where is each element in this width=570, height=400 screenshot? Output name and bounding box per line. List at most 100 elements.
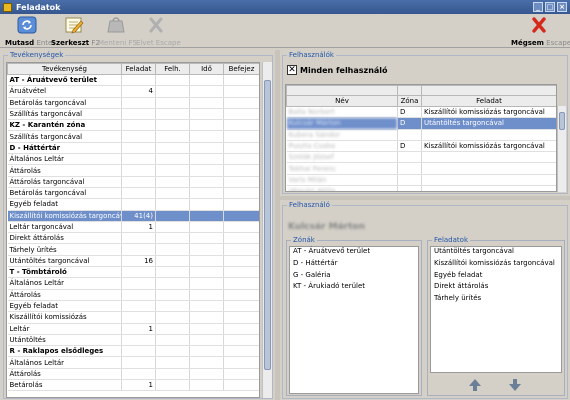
user-row[interactable]: Kulcsár Márton D Utántöltés targoncával (286, 117, 556, 130)
task-row[interactable]: Direkt áttárolás (7, 232, 259, 245)
task-name-cell: R - Raklapos elsődleges (7, 345, 122, 358)
task-row[interactable]: Szállítás targoncával (7, 108, 259, 121)
user-row[interactable]: Varis Milán (286, 174, 556, 187)
users-scrollbar[interactable] (557, 106, 566, 192)
tasks-scroll-thumb[interactable] (264, 80, 271, 370)
task-group-row[interactable]: T - Tömbtároló (7, 266, 259, 279)
close-icon[interactable]: × (557, 2, 567, 12)
task-name-cell: Áruátvétel (7, 85, 122, 98)
elvet-button[interactable]: Elvet Escape (136, 16, 181, 48)
all-users-checkbox-row[interactable]: ✕ Minden felhasználó (287, 64, 388, 76)
user-row[interactable]: Tokhai Ferenc (286, 162, 556, 175)
users-panel: Felhasználók ✕ Minden felhasználó Név Zó… (282, 51, 568, 194)
users-scroll-thumb[interactable] (559, 112, 565, 130)
all-users-checkbox[interactable]: ✕ (287, 65, 297, 75)
user-zone-cell: D (397, 140, 422, 153)
zone-list-item[interactable]: D - Háttértár (290, 259, 418, 271)
user-tasks-list[interactable]: Utántöltés targoncával Kiszállítói komiss… (430, 246, 562, 373)
arrow-down-icon[interactable] (508, 378, 522, 392)
task-row[interactable]: Áruátvétel 4 (7, 85, 259, 98)
task-name-cell: Kiszállítói komissiózás (7, 311, 122, 324)
task-group-row[interactable]: R - Raklapos elsődleges (7, 345, 259, 358)
user-task-list-item[interactable]: Kiszállítói komissiózás targoncával (431, 259, 561, 271)
szerkeszt-button[interactable]: Szerkeszt F2 (51, 16, 100, 48)
task-row[interactable]: Áttárolás (7, 164, 259, 177)
menteni-button[interactable]: Menteni F5 (98, 16, 137, 48)
task-row[interactable]: Szállítás targoncával (7, 130, 259, 143)
task-row[interactable]: Utántöltés (7, 334, 259, 347)
col-header-tevekenyseg[interactable]: Tevékenység (7, 63, 122, 75)
user-row[interactable]: Puszta Csaba D Kiszállítói komissiózás tar… (286, 140, 556, 153)
zone-list-item[interactable]: G - Galéria (290, 271, 418, 283)
zone-list-item[interactable]: AT - Áruátvevő terület (290, 247, 418, 259)
task-befejez-cell (223, 277, 259, 290)
user-tasks-panel: Feladatok Utántöltés targoncával Kiszállí… (427, 236, 565, 396)
task-row[interactable]: Betárolás targoncával (7, 187, 259, 200)
user-task-list-item[interactable]: Utántöltés targoncával (431, 247, 561, 259)
user-task-cell (421, 129, 556, 141)
arrow-up-icon[interactable] (468, 378, 482, 392)
task-ido-cell (189, 379, 224, 392)
user-row[interactable]: Balla Norbert D Kiszállítói komissiózás ta… (286, 106, 556, 119)
task-row[interactable]: Áttárolás (7, 289, 259, 301)
task-row[interactable]: Tárhely ürítés (7, 243, 259, 256)
task-row[interactable]: Utántöltés targoncával 16 (7, 255, 259, 268)
task-count-cell: 41(4) (121, 210, 156, 222)
task-row[interactable]: Egyéb feladat (7, 198, 259, 211)
user-row[interactable]: Kubera Sándor (286, 129, 556, 141)
vertical-splitter[interactable] (275, 50, 280, 400)
zone-list-item[interactable]: KT - Árukiadó terület (290, 282, 418, 294)
task-ido-cell (189, 300, 224, 313)
col-header-nev[interactable]: Név (286, 95, 398, 107)
user-task-cell (421, 174, 556, 187)
task-ido-cell (189, 187, 224, 200)
task-count-cell (121, 289, 156, 301)
horizontal-splitter[interactable] (280, 196, 570, 200)
task-felh-cell (155, 266, 190, 279)
user-task-list-item[interactable]: Egyéb feladat (431, 271, 561, 283)
user-name-cell: Végvári Attila (286, 185, 398, 191)
megsem-button[interactable]: Mégsem Escape (511, 16, 570, 48)
task-name-cell: Leltár (7, 323, 122, 335)
maximize-icon[interactable]: □ (545, 2, 555, 12)
user-task-list-item[interactable]: Tárhely ürítés (431, 294, 561, 306)
task-row[interactable]: Általános Leltár (7, 356, 259, 369)
task-group-row[interactable]: D - Háttértár (7, 142, 259, 155)
task-name-cell: Direkt áttárolás (7, 232, 122, 245)
task-row[interactable]: Kiszállítói komissiózás targoncával 41(4) (7, 210, 259, 222)
task-row[interactable]: Áttárolás targoncával (7, 176, 259, 188)
task-row[interactable]: Betárolás targoncával (7, 97, 259, 109)
col-header-ido[interactable]: Idő (189, 63, 224, 75)
task-befejez-cell (223, 232, 259, 245)
task-row[interactable]: Egyéb feladat (7, 300, 259, 313)
minimize-icon[interactable]: _ (533, 2, 543, 12)
task-name-cell: Betárolás (7, 379, 122, 392)
user-name-cell: Szolák József (286, 151, 398, 164)
col-header-felh[interactable]: Felh. (155, 63, 190, 75)
task-row[interactable]: Áttárolás (7, 368, 259, 381)
task-count-cell (121, 119, 156, 132)
user-task-list-item[interactable]: Direkt áttárolás (431, 282, 561, 294)
task-row[interactable]: Leltár 1 (7, 323, 259, 335)
tasks-legend: Tevékenységek (8, 51, 66, 59)
mutasd-button[interactable]: Mutasd Enter (5, 16, 55, 48)
user-row[interactable]: Szolák József (286, 151, 556, 164)
col-header-zona[interactable]: Zóna (397, 95, 422, 107)
col-header-feladat[interactable]: Feladat (121, 63, 156, 75)
user-zone-cell: D (397, 106, 422, 119)
tasks-scrollbar[interactable] (262, 62, 272, 398)
task-row[interactable]: Leltár targoncával 1 (7, 221, 259, 234)
task-name-cell: Betárolás targoncával (7, 187, 122, 200)
task-count-cell: 1 (121, 379, 156, 392)
task-row[interactable]: Általános Leltár (7, 277, 259, 290)
task-row[interactable]: Betárolás 1 (7, 379, 259, 392)
user-zone-cell: D (397, 117, 422, 130)
col-header-befejez[interactable]: Befejez (223, 63, 259, 75)
user-row[interactable]: Végvári Attila (286, 185, 556, 191)
col-header-user-feladat[interactable]: Feladat (421, 95, 556, 107)
task-row[interactable]: Kiszállítói komissiózás (7, 311, 259, 324)
task-group-row[interactable]: AT - Áruátvevő terület (7, 74, 259, 87)
task-group-row[interactable]: KZ - Karantén zóna (7, 119, 259, 132)
task-row[interactable]: Általános Leltár (7, 153, 259, 166)
zones-list[interactable]: AT - Áruátvevő terület D - Háttértár G - G… (289, 246, 419, 394)
